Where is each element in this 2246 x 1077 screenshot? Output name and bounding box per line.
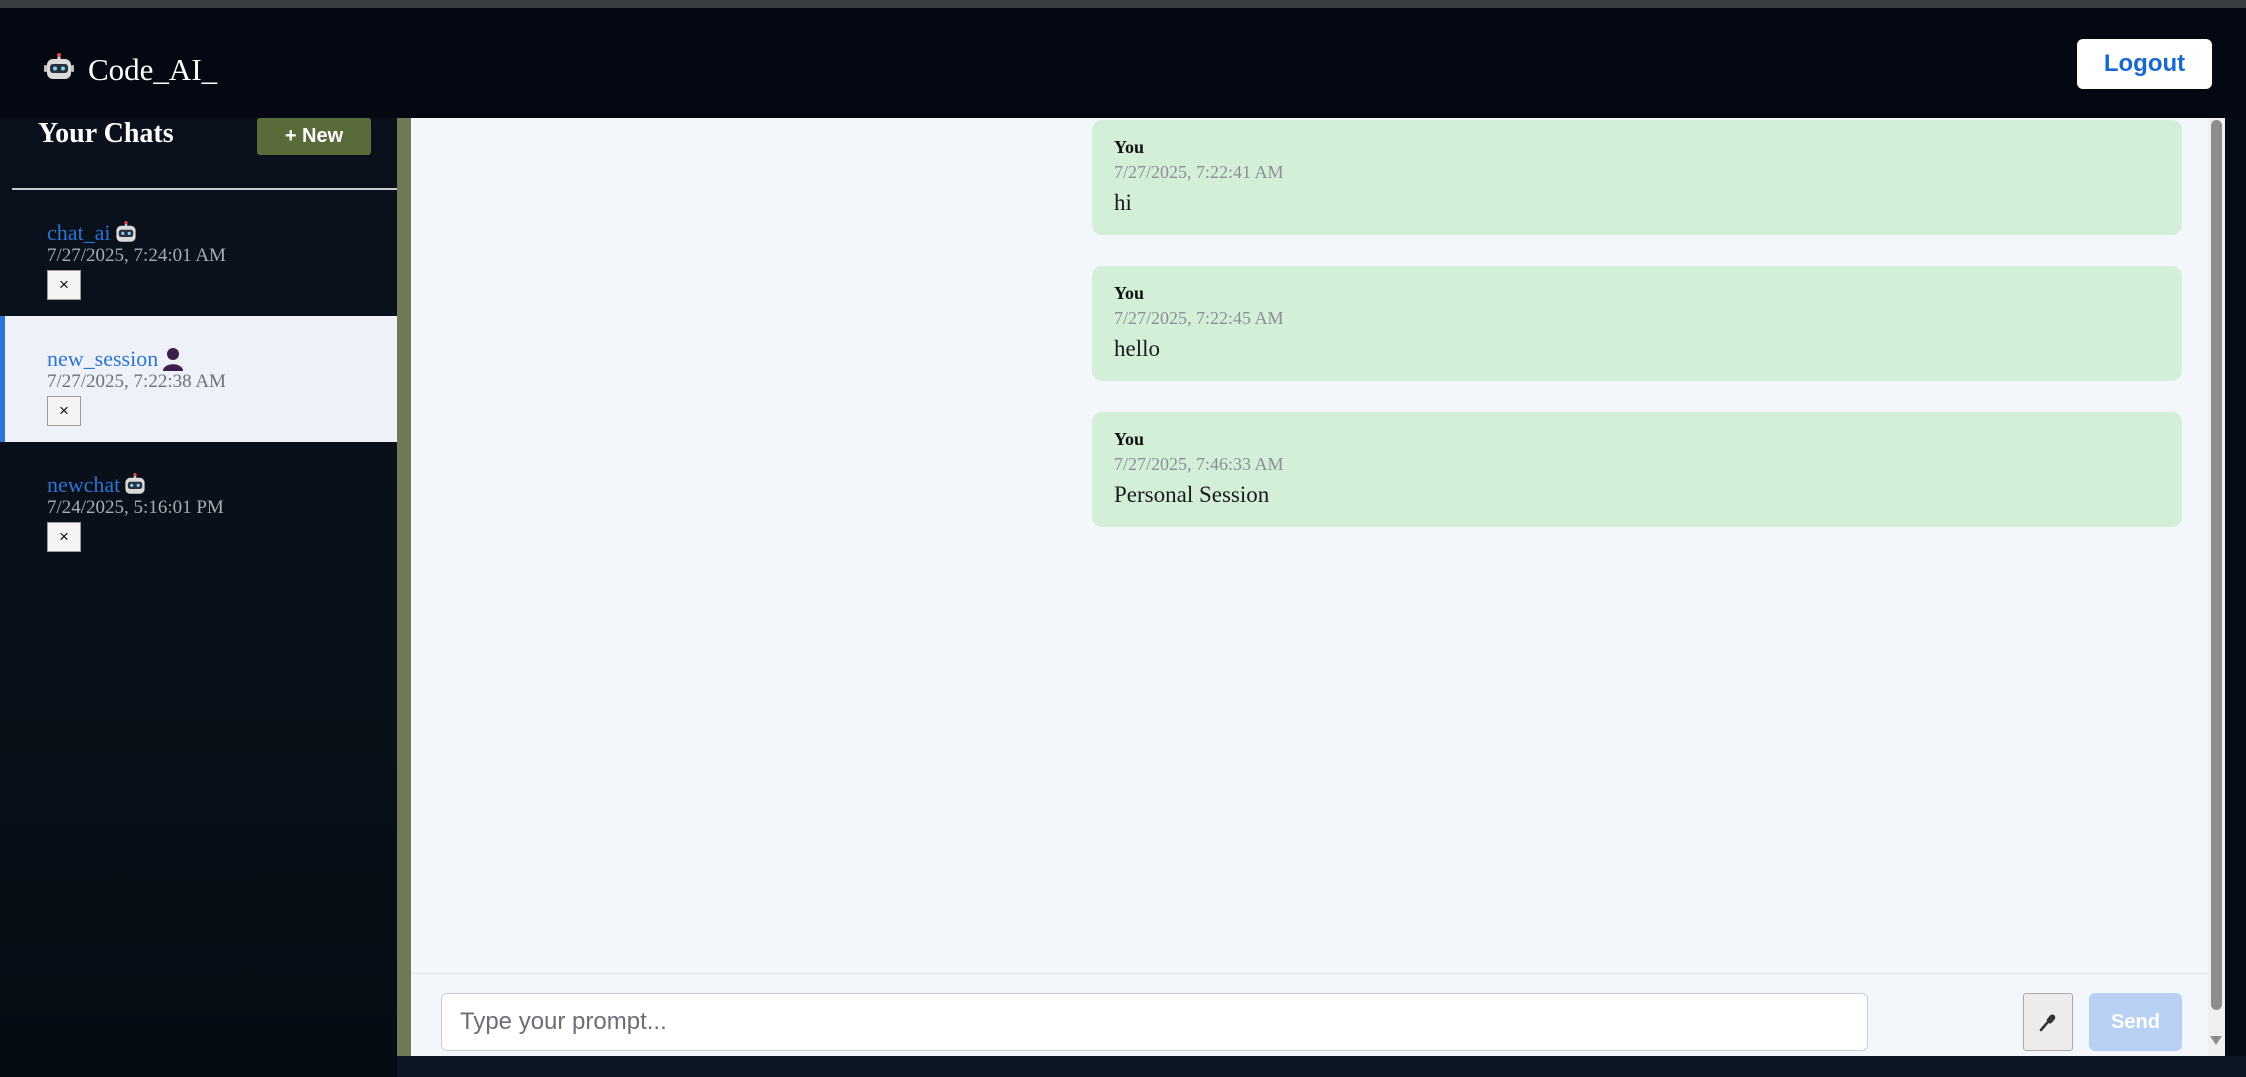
message-author: You bbox=[1114, 137, 1145, 157]
message-text: hello bbox=[1114, 336, 1160, 361]
scrollbar-thumb[interactable] bbox=[2211, 120, 2222, 1010]
chat-list-item-active[interactable]: new_session 7/27/2025, 7:22:38 AM × bbox=[0, 316, 397, 442]
chat-timestamp: 7/27/2025, 7:22:38 AM bbox=[47, 371, 226, 392]
chat-scrollbar[interactable] bbox=[2208, 118, 2225, 1056]
chat-timestamp: 7/24/2025, 5:16:01 PM bbox=[47, 497, 224, 518]
message-bubble: You 7/27/2025, 7:22:45 AM hello bbox=[1092, 266, 2182, 381]
brand-title: Code_AI_ bbox=[88, 52, 218, 87]
chat-name[interactable]: new_session bbox=[47, 346, 184, 372]
delete-chat-button[interactable]: × bbox=[47, 270, 81, 300]
robot-icon bbox=[44, 52, 74, 88]
sidebar-title: Your Chats bbox=[38, 118, 174, 149]
microphone-button[interactable] bbox=[2023, 993, 2073, 1051]
scroll-down-arrow-icon[interactable] bbox=[2210, 1036, 2222, 1045]
message-author: You bbox=[1114, 429, 1145, 449]
message-timestamp: 7/27/2025, 7:46:33 AM bbox=[1114, 454, 1284, 474]
page-bottom-strip bbox=[397, 1056, 2246, 1077]
person-icon bbox=[162, 347, 184, 371]
composer: Send bbox=[411, 973, 2208, 1057]
chat-panel: You 7/27/2025, 7:22:41 AM hi You 7/27/20… bbox=[411, 118, 2208, 1057]
chat-list-item[interactable]: chat_ai 7/27/2025, 7:24:01 AM × bbox=[0, 190, 397, 316]
chat-timestamp: 7/27/2025, 7:24:01 AM bbox=[47, 245, 226, 266]
delete-chat-button[interactable]: × bbox=[47, 522, 81, 552]
chat-name[interactable]: chat_ai bbox=[47, 220, 138, 246]
send-button[interactable]: Send bbox=[2089, 993, 2182, 1051]
robot-icon bbox=[123, 473, 147, 497]
chat-list-item[interactable]: newchat 7/24/2025, 5:16:01 PM × bbox=[0, 442, 397, 568]
prompt-input[interactable] bbox=[441, 993, 1868, 1051]
new-chat-button[interactable]: + New bbox=[257, 118, 371, 155]
logout-button[interactable]: Logout bbox=[2077, 39, 2212, 89]
window-top-strip bbox=[0, 0, 2246, 8]
message-timestamp: 7/27/2025, 7:22:41 AM bbox=[1114, 162, 1284, 182]
microphone-icon bbox=[2038, 1012, 2058, 1032]
chat-sidebar: Your Chats + New chat_ai 7/27/2025, 7:24… bbox=[0, 118, 397, 1077]
message-text: hi bbox=[1114, 190, 1132, 215]
message-bubble: You 7/27/2025, 7:46:33 AM Personal Sessi… bbox=[1092, 412, 2182, 527]
delete-chat-button[interactable]: × bbox=[47, 396, 81, 426]
chat-name[interactable]: newchat bbox=[47, 472, 147, 498]
message-timestamp: 7/27/2025, 7:22:45 AM bbox=[1114, 308, 1284, 328]
message-author: You bbox=[1114, 283, 1145, 303]
message-bubble: You 7/27/2025, 7:22:41 AM hi bbox=[1092, 120, 2182, 235]
robot-icon bbox=[114, 221, 138, 245]
app-header: Code_AI_ Logout bbox=[0, 8, 2246, 118]
message-text: Personal Session bbox=[1114, 482, 1270, 507]
brand: Code_AI_ bbox=[44, 52, 217, 88]
